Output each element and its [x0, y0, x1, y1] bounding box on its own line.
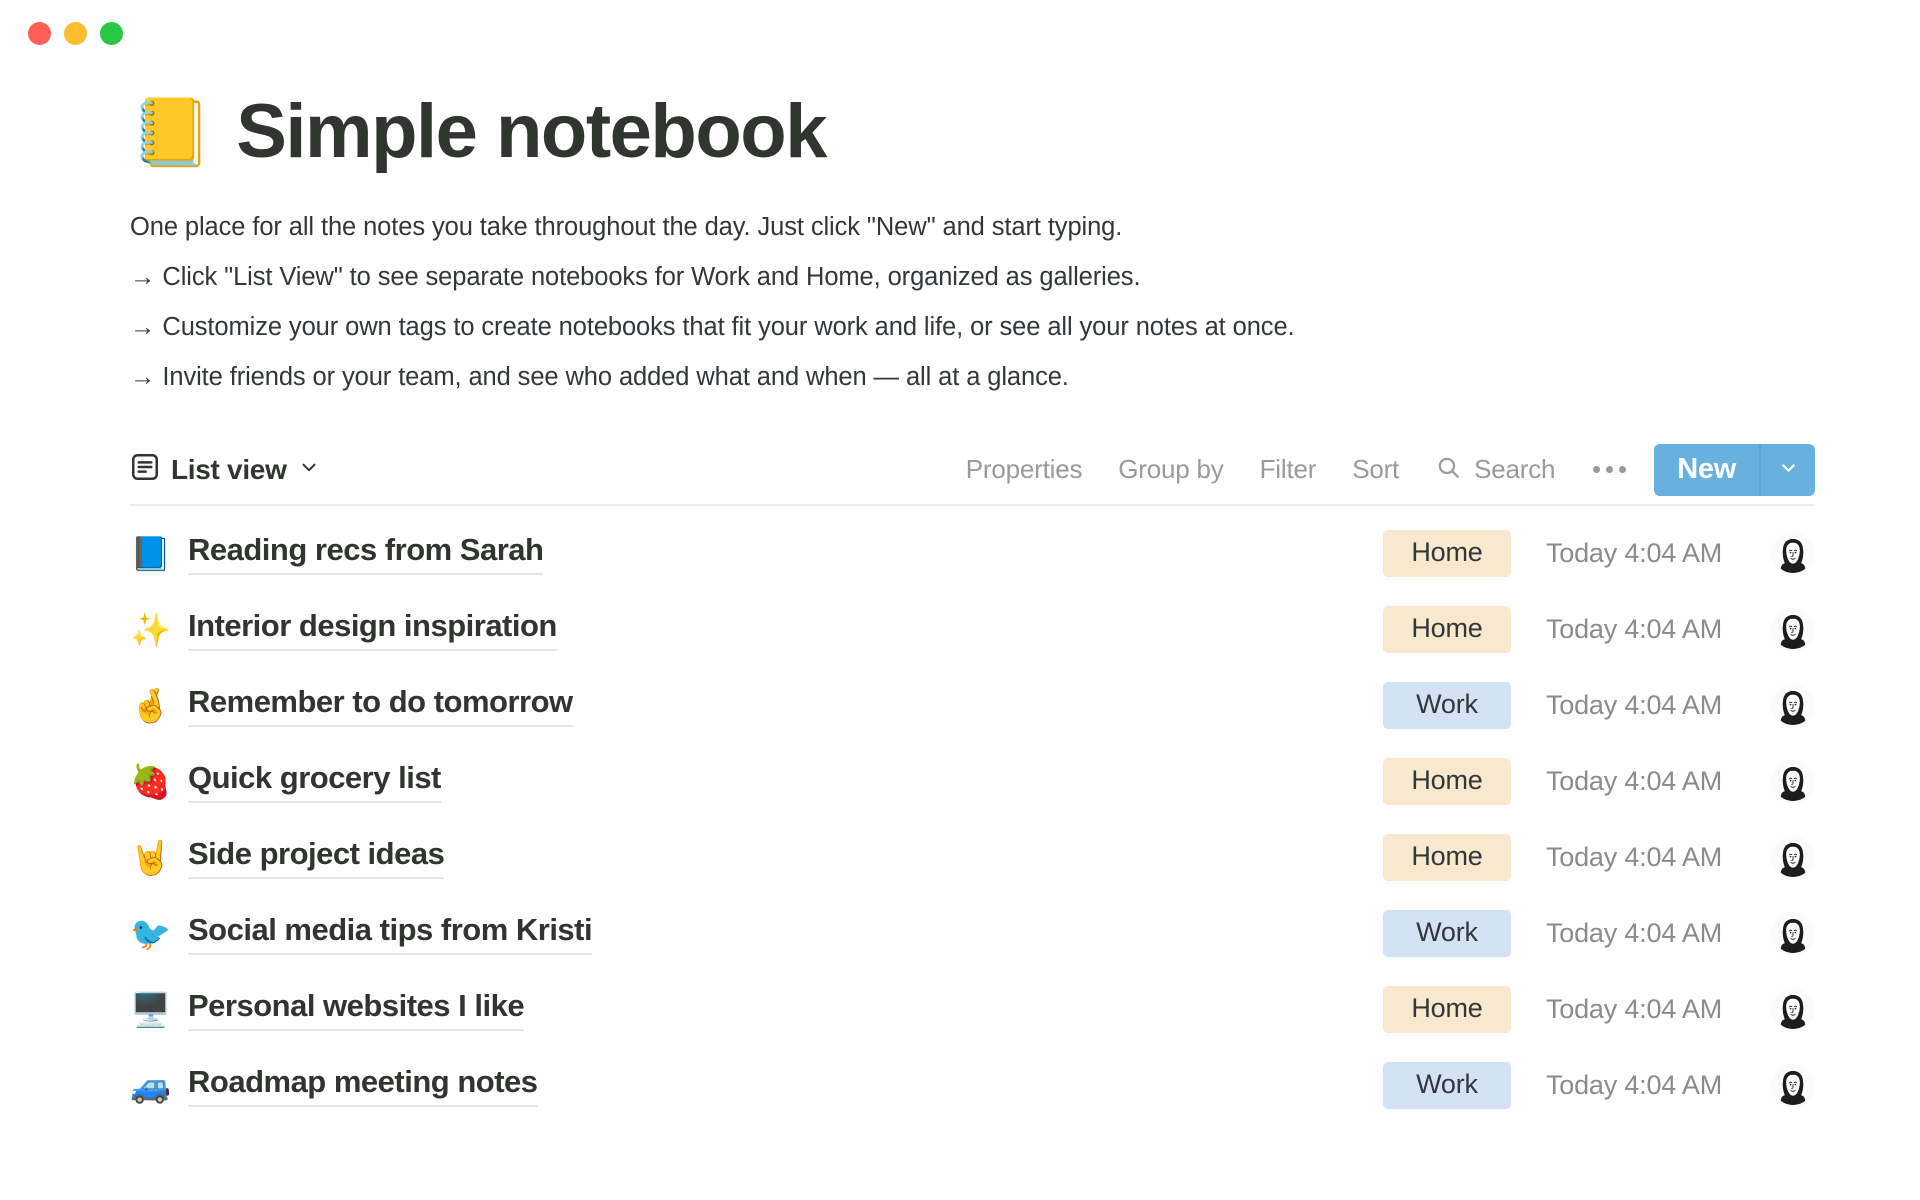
note-timestamp: Today 4:04 AM	[1546, 994, 1723, 1025]
status-badge[interactable]: Home	[1383, 758, 1511, 806]
chevron-down-icon	[298, 456, 320, 483]
view-switcher[interactable]: List view	[130, 452, 320, 487]
status-badge[interactable]: Work	[1383, 1062, 1511, 1110]
avatar[interactable]	[1771, 759, 1815, 804]
new-button-group: New	[1654, 443, 1815, 496]
close-window-button[interactable]	[28, 21, 51, 45]
note-title[interactable]: Roadmap meeting notes	[188, 1064, 538, 1108]
note-title-wrap: Quick grocery list	[188, 760, 1383, 804]
note-title[interactable]: Side project ideas	[188, 836, 445, 880]
sort-button[interactable]: Sort	[1334, 454, 1417, 485]
avatar[interactable]	[1771, 683, 1815, 728]
description-line-1: One place for all the notes you take thr…	[130, 212, 1123, 241]
more-dot	[1593, 466, 1601, 474]
note-meta: Work Today 4:04 AM	[1383, 910, 1815, 958]
note-title[interactable]: Reading recs from Sarah	[188, 532, 544, 576]
note-timestamp: Today 4:04 AM	[1546, 766, 1723, 797]
note-title-wrap: Social media tips from Kristi	[188, 912, 1383, 956]
page-content: 📒 Simple notebook One place for all the …	[0, 92, 1920, 1124]
desktop-computer-emoji: 🖥️	[130, 991, 172, 1029]
list-view-icon	[130, 452, 160, 487]
window-titlebar	[0, 0, 1920, 66]
avatar[interactable]	[1771, 911, 1815, 956]
note-meta: Work Today 4:04 AM	[1383, 682, 1815, 730]
note-meta: Home Today 4:04 AM	[1383, 758, 1815, 806]
table-row[interactable]: 🤘 Side project ideas Home Today 4:04 AM	[130, 820, 1815, 896]
minimize-window-button[interactable]	[64, 21, 87, 45]
avatar[interactable]	[1771, 607, 1815, 652]
maximize-window-button[interactable]	[100, 21, 123, 45]
chevron-down-icon	[1777, 456, 1800, 484]
description-line-3: → Customize your own tags to create note…	[130, 312, 1295, 341]
group-by-button[interactable]: Group by	[1100, 454, 1241, 485]
status-badge[interactable]: Work	[1383, 682, 1511, 730]
note-title[interactable]: Social media tips from Kristi	[188, 912, 593, 956]
blue-book-emoji: 📘	[130, 535, 172, 573]
toolbar-actions: Properties Group by Filter Sort Search N…	[948, 443, 1815, 496]
note-list: 📘 Reading recs from Sarah Home Today 4:0…	[130, 516, 1815, 1124]
table-row[interactable]: 🐦 Social media tips from Kristi Work Tod…	[130, 896, 1815, 972]
view-switcher-label: List view	[171, 453, 287, 485]
description-line-4: → Invite friends or your team, and see w…	[130, 362, 1069, 391]
status-badge[interactable]: Home	[1383, 606, 1511, 654]
note-title-wrap: Roadmap meeting notes	[188, 1064, 1383, 1108]
search-icon	[1435, 454, 1462, 486]
status-badge[interactable]: Work	[1383, 910, 1511, 958]
page-header: 📒 Simple notebook	[130, 92, 1815, 172]
sparkles-emoji: ✨	[130, 611, 172, 649]
table-row[interactable]: 🤞 Remember to do tomorrow Work Today 4:0…	[130, 668, 1815, 744]
rock-on-emoji: 🤘	[130, 839, 172, 877]
properties-button[interactable]: Properties	[948, 454, 1101, 485]
note-meta: Home Today 4:04 AM	[1383, 530, 1815, 578]
filter-button[interactable]: Filter	[1242, 454, 1335, 485]
note-timestamp: Today 4:04 AM	[1546, 538, 1723, 569]
note-meta: Work Today 4:04 AM	[1383, 1062, 1815, 1110]
note-title-wrap: Side project ideas	[188, 836, 1383, 880]
note-timestamp: Today 4:04 AM	[1546, 842, 1723, 873]
table-row[interactable]: 🖥️ Personal websites I like Home Today 4…	[130, 972, 1815, 1048]
view-toolbar: List view Properties Group by Filter Sor…	[130, 442, 1815, 506]
note-title[interactable]: Interior design inspiration	[188, 608, 557, 652]
table-row[interactable]: 🚙 Roadmap meeting notes Work Today 4:04 …	[130, 1048, 1815, 1124]
note-meta: Home Today 4:04 AM	[1383, 834, 1815, 882]
page-title[interactable]: Simple notebook	[236, 92, 827, 172]
new-dropdown-button[interactable]	[1759, 443, 1815, 496]
note-timestamp: Today 4:04 AM	[1546, 690, 1723, 721]
strawberry-emoji: 🍓	[130, 763, 172, 801]
status-badge[interactable]: Home	[1383, 530, 1511, 578]
note-title-wrap: Interior design inspiration	[188, 608, 1383, 652]
table-row[interactable]: 📘 Reading recs from Sarah Home Today 4:0…	[130, 516, 1815, 592]
description-line-2: → Click "List View" to see separate note…	[130, 262, 1141, 291]
notebook-emoji[interactable]: 📒	[130, 99, 212, 165]
table-row[interactable]: 🍓 Quick grocery list Home Today 4:04 AM	[130, 744, 1815, 820]
note-title-wrap: Personal websites I like	[188, 988, 1383, 1032]
avatar[interactable]	[1771, 835, 1815, 880]
note-title[interactable]: Personal websites I like	[188, 988, 525, 1032]
car-emoji: 🚙	[130, 1067, 172, 1105]
more-options-button[interactable]	[1571, 466, 1648, 474]
crossed-fingers-emoji: 🤞	[130, 687, 172, 725]
note-title-wrap: Reading recs from Sarah	[188, 532, 1383, 576]
page-description[interactable]: One place for all the notes you take thr…	[130, 202, 1815, 402]
bird-emoji: 🐦	[130, 915, 172, 953]
new-button[interactable]: New	[1654, 443, 1759, 496]
table-row[interactable]: ✨ Interior design inspiration Home Today…	[130, 592, 1815, 668]
status-badge[interactable]: Home	[1383, 834, 1511, 882]
more-dot	[1606, 466, 1614, 474]
avatar[interactable]	[1771, 1063, 1815, 1108]
search-button[interactable]: Search	[1417, 454, 1571, 486]
more-dot	[1619, 466, 1627, 474]
note-title[interactable]: Quick grocery list	[188, 760, 441, 804]
status-badge[interactable]: Home	[1383, 986, 1511, 1034]
avatar[interactable]	[1771, 987, 1815, 1032]
avatar[interactable]	[1771, 531, 1815, 576]
note-timestamp: Today 4:04 AM	[1546, 918, 1723, 949]
note-timestamp: Today 4:04 AM	[1546, 614, 1723, 645]
search-label: Search	[1474, 454, 1556, 485]
note-meta: Home Today 4:04 AM	[1383, 986, 1815, 1034]
note-title-wrap: Remember to do tomorrow	[188, 684, 1383, 728]
note-timestamp: Today 4:04 AM	[1546, 1070, 1723, 1101]
note-meta: Home Today 4:04 AM	[1383, 606, 1815, 654]
note-title[interactable]: Remember to do tomorrow	[188, 684, 573, 728]
